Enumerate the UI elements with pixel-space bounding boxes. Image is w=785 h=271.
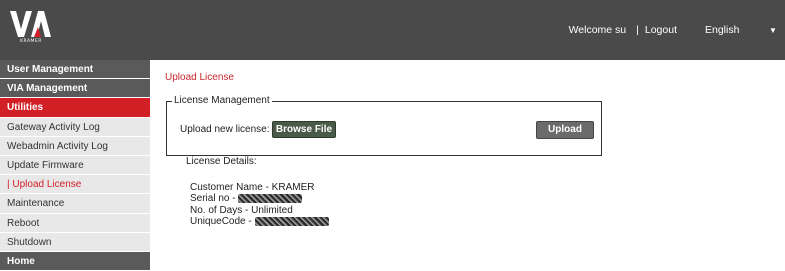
welcome-text: Welcome su xyxy=(568,24,627,36)
serial-no-line: Serial no - xyxy=(190,193,303,204)
header-separator: | xyxy=(636,24,639,36)
sidebar-item-update-firmware[interactable]: Update Firmware xyxy=(0,155,150,176)
sidebar-item-webadmin-activity-log[interactable]: Webadmin Activity Log xyxy=(0,136,150,156)
language-select[interactable]: English ▼ xyxy=(705,24,785,36)
logo-wordmark: KRAMER xyxy=(20,39,42,44)
sidebar-item-reboot[interactable]: Reboot xyxy=(0,213,150,233)
license-details-title: License Details: xyxy=(186,156,257,167)
language-selected-value: English xyxy=(705,24,740,36)
sidebar-item-maintenance[interactable]: Maintenance xyxy=(0,194,150,214)
browse-file-button[interactable]: Browse File xyxy=(272,121,336,138)
page-title: Upload License xyxy=(165,72,234,83)
days-line: No. of Days - Unlimited xyxy=(190,205,293,216)
license-management-fieldset: License Management Upload new license: B… xyxy=(166,95,602,156)
unique-code-line: UniqueCode - xyxy=(190,216,329,227)
sidebar-item-shutdown[interactable]: Shutdown xyxy=(0,232,150,252)
customer-name-line: Customer Name - KRAMER xyxy=(190,182,315,193)
header-user-area: Welcome su | Logout English ▼ xyxy=(569,0,785,60)
unique-code-redacted xyxy=(254,216,329,226)
upload-new-license-label: Upload new license: xyxy=(180,124,270,135)
top-bar: KRAMER Welcome su | Logout English ▼ xyxy=(0,0,785,60)
kramer-via-logo: KRAMER xyxy=(10,9,52,49)
serial-no-label: Serial no - xyxy=(190,193,236,204)
sidebar-item-upload-license[interactable]: | Upload License xyxy=(0,175,150,195)
license-management-legend: License Management xyxy=(172,95,272,106)
chevron-down-icon: ▼ xyxy=(769,25,777,35)
unique-code-label: UniqueCode - xyxy=(190,216,252,227)
sidebar-item-user-management[interactable]: User Management xyxy=(0,60,150,80)
sidebar: User Management VIA Management Utilities… xyxy=(0,60,150,271)
upload-button[interactable]: Upload xyxy=(536,121,594,139)
sidebar-item-home[interactable]: Home xyxy=(0,251,150,271)
serial-no-redacted xyxy=(238,193,303,203)
sidebar-item-gateway-activity-log[interactable]: Gateway Activity Log xyxy=(0,117,150,137)
logout-link[interactable]: Logout xyxy=(645,24,677,36)
sidebar-item-utilities[interactable]: Utilities xyxy=(0,98,150,118)
sidebar-item-via-management[interactable]: VIA Management xyxy=(0,79,150,99)
